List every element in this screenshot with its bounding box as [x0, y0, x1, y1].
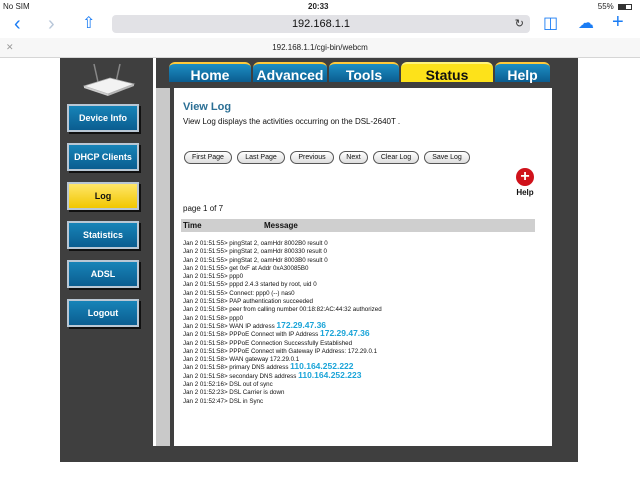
- clear-log-button[interactable]: Clear Log: [373, 151, 419, 164]
- tab-status[interactable]: Status: [401, 62, 493, 83]
- back-icon[interactable]: ‹: [14, 12, 21, 36]
- log-row: Jan 2 01:51:58> PPPoE Connection Success…: [183, 339, 353, 347]
- clock: 20:33: [308, 2, 329, 11]
- page-indicator: page 1 of 7: [183, 204, 224, 213]
- sidebar-item-adsl[interactable]: ADSL: [67, 260, 139, 288]
- log-row: Jan 2 01:51:58> PPPoE Connect with IP Ad…: [183, 328, 370, 339]
- help-label: Help: [516, 188, 534, 197]
- tab-help[interactable]: Help: [495, 62, 550, 83]
- sidebar-item-statistics[interactable]: Statistics: [67, 221, 139, 249]
- log-row: Jan 2 01:51:55> pingStat 2, oamHdr 80033…: [183, 248, 327, 256]
- status-bar: No SIM 20:33 55%: [0, 0, 640, 12]
- tab-advanced[interactable]: Advanced: [253, 62, 327, 83]
- log-row: Jan 2 01:51:58> PAP authentication succe…: [183, 298, 313, 306]
- log-row: Jan 2 01:51:58> peer from calling number…: [183, 306, 382, 314]
- address-bar[interactable]: 192.168.1.1 ↻: [112, 15, 530, 33]
- sidebar-item-device-info[interactable]: Device Info: [67, 104, 139, 132]
- message-column-header: Message: [264, 221, 298, 230]
- forward-icon[interactable]: ›: [48, 12, 55, 36]
- tab-tools[interactable]: Tools: [329, 62, 399, 83]
- page-url-bar: ✕ 192.168.1.1/cgi-bin/webcm: [0, 38, 640, 58]
- sidebar-item-dhcp-clients[interactable]: DHCP Clients: [67, 143, 139, 171]
- log-list: Jan 2 01:51:55> pingStat 2, oamHdr 8002B…: [183, 238, 543, 405]
- new-tab-icon[interactable]: +: [612, 12, 624, 32]
- tab-home[interactable]: Home: [169, 62, 251, 83]
- browser-toolbar: ‹ › ⇧ 192.168.1.1 ↻ ◫ ☁ +: [0, 12, 640, 38]
- last-page-button[interactable]: Last Page: [237, 151, 285, 164]
- log-row: Jan 2 01:51:55> get 0xF at Addr 0xA30085…: [183, 264, 309, 272]
- page-title: View Log: [183, 101, 232, 113]
- share-icon[interactable]: ⇧: [82, 14, 95, 34]
- battery-icon: [618, 3, 632, 10]
- sidebar-item-logout[interactable]: Logout: [67, 299, 139, 327]
- log-row: Jan 2 01:51:58> ppp0: [183, 314, 244, 322]
- battery-percent: 55%: [597, 2, 614, 11]
- plus-icon: +: [516, 168, 534, 186]
- right-border: [552, 88, 578, 462]
- help-button[interactable]: + Help: [511, 168, 539, 197]
- time-column-header: Time: [183, 221, 202, 230]
- save-log-button[interactable]: Save Log: [424, 151, 470, 164]
- sidebar-item-log[interactable]: Log: [67, 182, 139, 210]
- previous-button[interactable]: Previous: [290, 151, 334, 164]
- log-row: Jan 2 01:52:47> DSL in Sync: [183, 397, 264, 405]
- next-button[interactable]: Next: [339, 151, 368, 164]
- first-page-button[interactable]: First Page: [184, 151, 232, 164]
- log-row: Jan 2 01:51:55> pingStat 2, oamHdr 8003B…: [183, 256, 328, 264]
- status-right: 55%: [598, 2, 632, 11]
- log-row: Jan 2 01:52:16> DSL out of sync: [183, 381, 273, 389]
- log-row: Jan 2 01:51:58> WAN gateway 172.29.0.1: [183, 356, 300, 364]
- log-row: Jan 2 01:51:55> pingStat 2, oamHdr 8002B…: [183, 240, 328, 247]
- cloud-tabs-icon[interactable]: ☁: [578, 14, 594, 34]
- reload-icon[interactable]: ↻: [515, 15, 524, 33]
- log-row: Jan 2 01:51:58> primary DNS address 110.…: [183, 361, 354, 372]
- bottom-border: [60, 446, 578, 462]
- page-url: 192.168.1.1/cgi-bin/webcm: [272, 43, 368, 52]
- address-text: 192.168.1.1: [291, 18, 351, 30]
- log-row: Jan 2 01:51:55> ppp0: [183, 273, 244, 281]
- carrier-label: No SIM: [3, 2, 30, 11]
- router-image: [82, 63, 136, 96]
- log-row: Jan 2 01:51:58> PPPoE Connect with Gatew…: [183, 347, 378, 355]
- page-description: View Log displays the activities occurri…: [183, 117, 401, 126]
- log-table-header: Time Message: [181, 219, 535, 232]
- log-row: Jan 2 01:51:58> secondary DNS address 11…: [183, 369, 362, 380]
- log-row: Jan 2 01:51:55> pppd 2.4.3 started by ro…: [183, 281, 317, 289]
- log-row: Jan 2 01:52:23> DSL Carrier is down: [183, 389, 285, 397]
- bookmarks-icon[interactable]: ◫: [543, 14, 558, 34]
- log-row: Jan 2 01:51:55> Connect: ppp0 (--) nas0: [183, 289, 295, 297]
